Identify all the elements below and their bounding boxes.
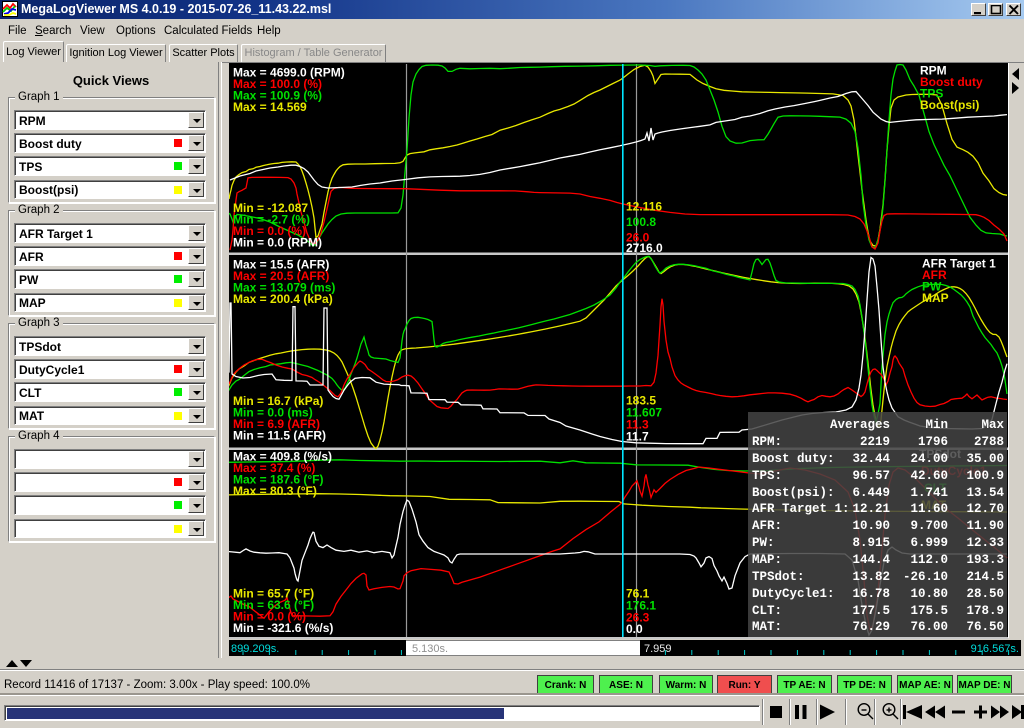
svg-text:100.8: 100.8 (626, 215, 656, 229)
svg-text:Min = 11.5 (AFR): Min = 11.5 (AFR) (233, 429, 326, 443)
svg-text:0.0: 0.0 (626, 622, 643, 636)
svg-text:916.567s.: 916.567s. (971, 643, 1019, 655)
svg-text:12.116: 12.116 (626, 200, 662, 214)
svg-text:11.7: 11.7 (626, 430, 649, 444)
svg-text:Max = 200.4 (kPa): Max = 200.4 (kPa) (233, 292, 333, 306)
svg-text:Min = 0.0 (RPM): Min = 0.0 (RPM) (233, 236, 322, 250)
svg-text:7.959: 7.959 (644, 643, 672, 655)
svg-text:Boost(psi): Boost(psi) (920, 98, 979, 112)
svg-text:5.130s.: 5.130s. (412, 643, 448, 655)
svg-text:2716.0: 2716.0 (626, 241, 663, 255)
svg-text:Max = 80.3 (°F): Max = 80.3 (°F) (233, 484, 317, 498)
svg-text:899.209s.: 899.209s. (231, 643, 279, 655)
svg-text:Min = -321.6 (%/s): Min = -321.6 (%/s) (233, 621, 333, 635)
svg-text:Max = 14.569: Max = 14.569 (233, 100, 307, 114)
svg-text:MAP: MAP (922, 291, 949, 305)
